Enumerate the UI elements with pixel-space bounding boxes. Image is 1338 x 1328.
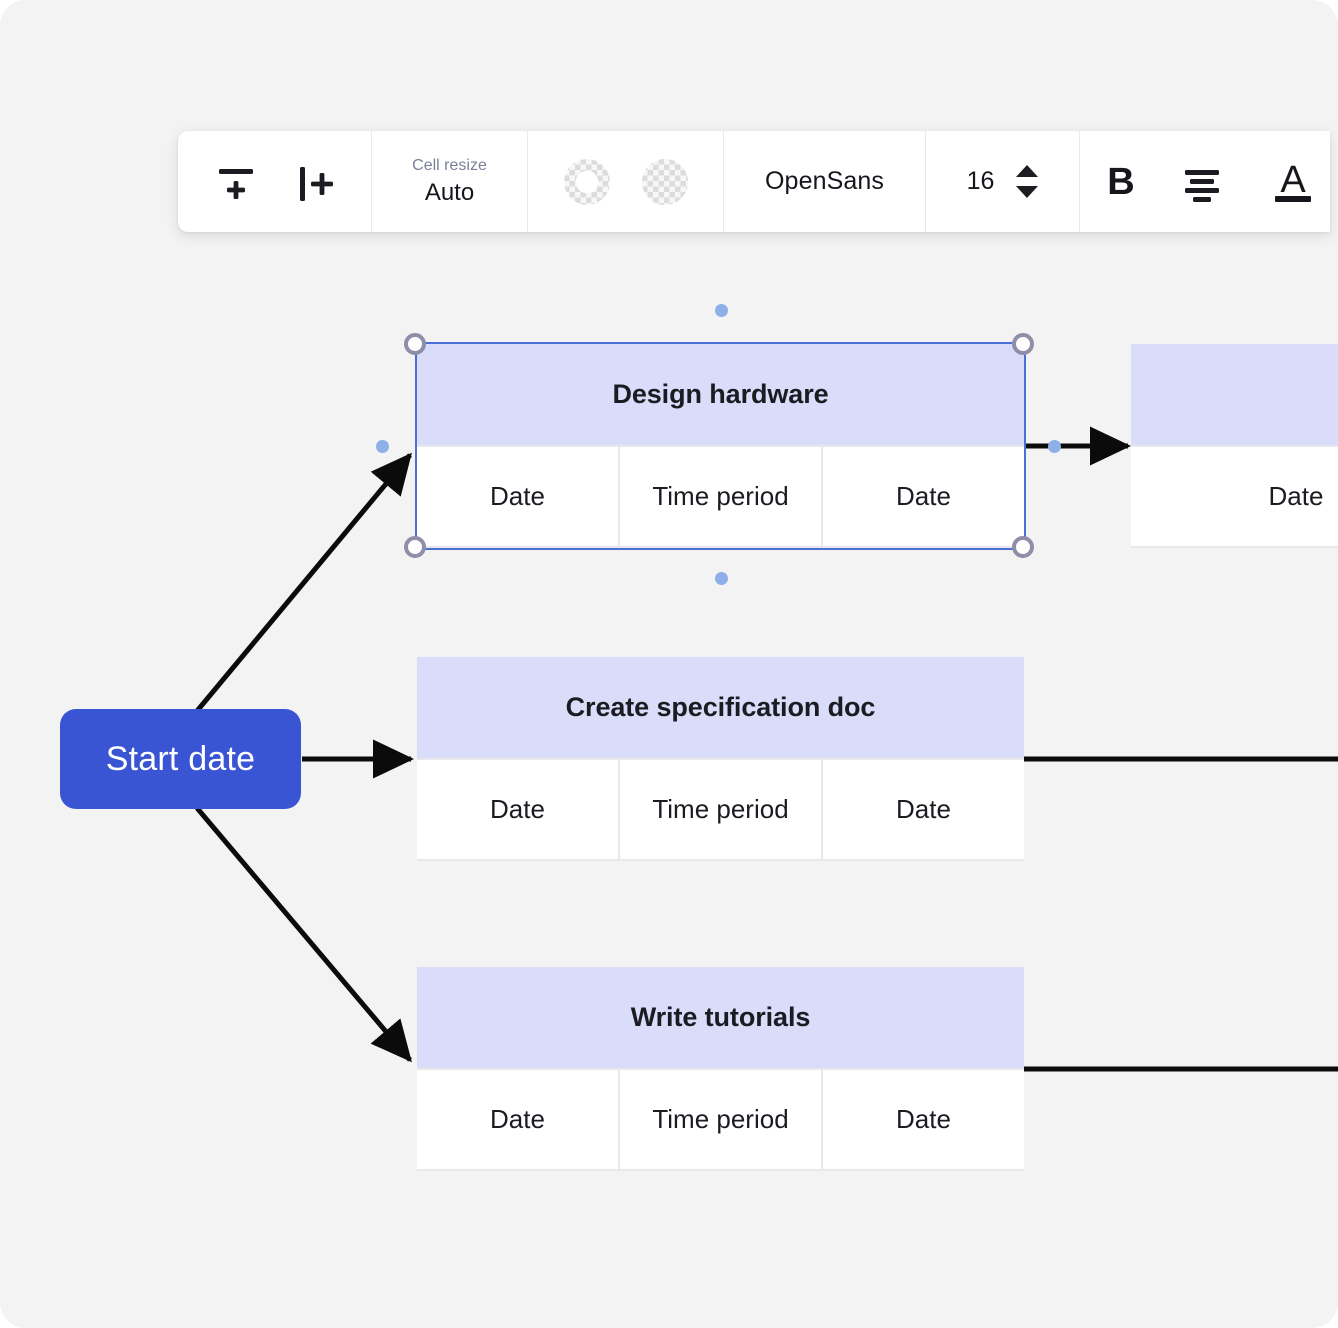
- toolbar-group-text-format: B A: [1080, 131, 1330, 232]
- bold-icon[interactable]: B: [1107, 163, 1134, 201]
- node-cell-row: Date: [1131, 445, 1338, 546]
- diagram-canvas[interactable]: Start date Design hardware Date Time per…: [0, 0, 1338, 1328]
- node-title-write-tutorials: Write tutorials: [417, 967, 1024, 1068]
- border-color-swatch[interactable]: [563, 158, 610, 205]
- toolbar-group-cell-resize[interactable]: Cell resize Auto: [372, 131, 528, 232]
- resize-handle-bottom-left[interactable]: [404, 536, 426, 558]
- node-design-hardware[interactable]: Design hardware Date Time period Date: [417, 344, 1024, 548]
- node-title-offscreen-right: [1131, 344, 1338, 445]
- toolbar-group-font-family[interactable]: OpenSans: [724, 131, 926, 232]
- diagram-editor-app: Start date Design hardware Date Time per…: [0, 0, 1338, 1328]
- fill-color-swatch[interactable]: [641, 158, 688, 205]
- node-cell-date-end[interactable]: Date: [823, 447, 1024, 546]
- chevron-up-icon[interactable]: [1016, 165, 1039, 177]
- add-row-icon[interactable]: [210, 156, 262, 208]
- align-center-icon[interactable]: [1179, 159, 1225, 205]
- node-cell-date-start[interactable]: Date: [417, 1070, 618, 1169]
- connection-dot-bottom[interactable]: [715, 572, 728, 585]
- start-date-label: Start date: [105, 739, 256, 778]
- font-size-stepper[interactable]: [1016, 165, 1039, 198]
- resize-handle-top-right[interactable]: [1012, 333, 1034, 355]
- node-title-design-hardware: Design hardware: [417, 344, 1024, 445]
- connection-dot-right[interactable]: [1048, 440, 1061, 453]
- add-column-icon[interactable]: [288, 156, 340, 208]
- text-color-icon[interactable]: A: [1269, 156, 1317, 208]
- node-cell-time-period[interactable]: Time period: [620, 447, 821, 546]
- node-cell-date-end[interactable]: Date: [823, 760, 1024, 859]
- toolbar-group-color-swatches: [528, 131, 724, 232]
- node-cell-row: Date Time period Date: [417, 445, 1024, 546]
- table-formatting-toolbar: Cell resize Auto OpenSans 16 B A: [178, 131, 1330, 232]
- font-size-value[interactable]: 16: [967, 167, 995, 196]
- resize-handle-top-left[interactable]: [404, 333, 426, 355]
- font-family-value: OpenSans: [765, 167, 884, 195]
- connection-dot-top[interactable]: [715, 304, 728, 317]
- edge-start-to-design-hardware: [195, 452, 412, 713]
- node-cell-date-start[interactable]: Date: [417, 447, 618, 546]
- start-date-node[interactable]: Start date: [60, 709, 301, 809]
- connection-dot-left[interactable]: [376, 440, 389, 453]
- node-offscreen-right[interactable]: Date: [1131, 344, 1338, 548]
- toolbar-group-font-size: 16: [926, 131, 1080, 232]
- resize-handle-bottom-right[interactable]: [1012, 536, 1034, 558]
- node-cell-row: Date Time period Date: [417, 1068, 1024, 1169]
- node-cell-date-start[interactable]: Date: [417, 760, 618, 859]
- node-cell-time-period[interactable]: Time period: [620, 760, 821, 859]
- node-write-tutorials[interactable]: Write tutorials Date Time period Date: [417, 967, 1024, 1171]
- cell-resize-value: Auto: [424, 178, 475, 206]
- cell-resize-label: Cell resize: [412, 156, 487, 174]
- node-cell-date-end[interactable]: Date: [823, 1070, 1024, 1169]
- node-cell-date-start[interactable]: Date: [1131, 447, 1338, 546]
- edge-start-to-write-tutorials: [195, 806, 412, 1063]
- node-title-create-specification-doc: Create specification doc: [417, 657, 1024, 758]
- chevron-down-icon[interactable]: [1016, 186, 1039, 198]
- toolbar-group-table-buttons: [178, 131, 372, 232]
- node-cell-row: Date Time period Date: [417, 758, 1024, 859]
- node-create-specification-doc[interactable]: Create specification doc Date Time perio…: [417, 657, 1024, 861]
- svg-text:A: A: [1280, 159, 1306, 201]
- node-cell-time-period[interactable]: Time period: [620, 1070, 821, 1169]
